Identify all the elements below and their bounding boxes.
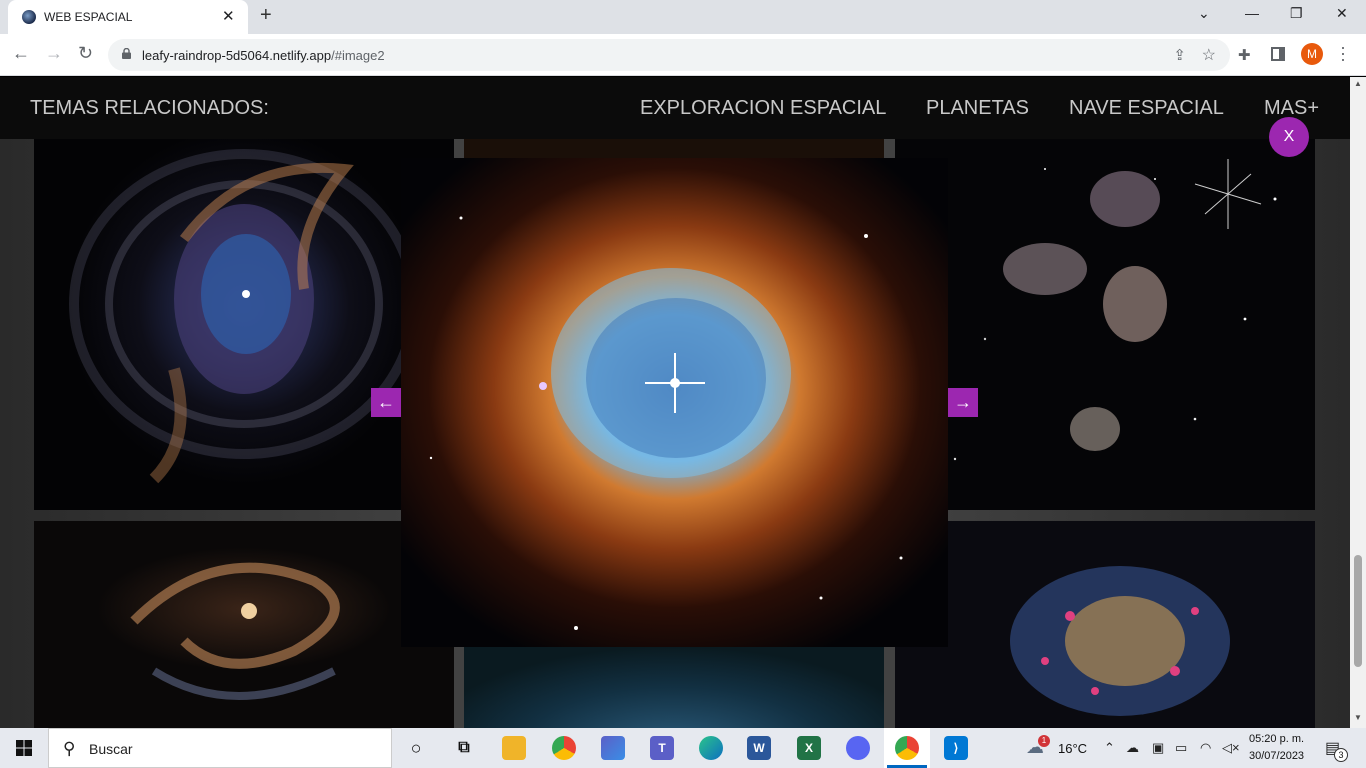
gallery-image-stephans-quintet[interactable] bbox=[895, 139, 1315, 510]
taskbar-search-box[interactable]: ⚲ Buscar bbox=[48, 728, 392, 768]
search-placeholder: Buscar bbox=[89, 741, 133, 757]
address-bar[interactable]: leafy-raindrop-5d5064.netlify.app/#image… bbox=[108, 39, 1230, 71]
page-scrollbar[interactable]: ▲ ▼ bbox=[1350, 77, 1366, 728]
stephans-quintet-art bbox=[933, 159, 1277, 461]
word-icon[interactable]: W bbox=[747, 736, 771, 760]
teams-icon[interactable]: T bbox=[650, 736, 674, 760]
reload-icon[interactable]: ↻ bbox=[78, 43, 93, 64]
close-lightbox-button[interactable]: X bbox=[1269, 117, 1309, 157]
scroll-down-arrow-icon[interactable]: ▼ bbox=[1354, 713, 1362, 722]
spiral-galaxy-art bbox=[130, 562, 340, 700]
extensions-puzzle-icon[interactable]: ✚ bbox=[1238, 46, 1251, 64]
prev-image-button[interactable]: ← bbox=[371, 388, 401, 417]
search-icon: ⚲ bbox=[63, 739, 76, 758]
back-arrow-icon[interactable]: ← bbox=[12, 43, 30, 64]
cats-eye-nebula-art bbox=[69, 149, 419, 484]
profile-avatar[interactable]: M bbox=[1301, 43, 1323, 65]
onedrive-icon[interactable]: ☁ bbox=[1126, 740, 1139, 756]
url-host: leafy-raindrop-5d5064.netlify.app bbox=[142, 48, 332, 63]
scrollbar-thumb[interactable] bbox=[1354, 555, 1362, 667]
site-navbar: TEMAS RELACIONADOS: EXPLORACION ESPACIAL… bbox=[0, 77, 1350, 139]
southern-ring-nebula-art bbox=[401, 158, 948, 647]
url-text[interactable]: leafy-raindrop-5d5064.netlify.app/#image… bbox=[142, 48, 385, 63]
chrome-icon[interactable] bbox=[552, 736, 576, 760]
restore-icon[interactable]: ❐ bbox=[1290, 5, 1303, 22]
edge-icon[interactable] bbox=[699, 736, 723, 760]
scroll-up-arrow-icon[interactable]: ▲ bbox=[1354, 79, 1362, 88]
forward-arrow-icon[interactable]: → bbox=[45, 43, 63, 64]
task-view-icon[interactable]: ⧉ bbox=[452, 736, 476, 760]
lightbox-image-southern-ring-nebula bbox=[401, 158, 948, 647]
minimize-icon[interactable]: — bbox=[1245, 5, 1259, 21]
discord-icon[interactable] bbox=[846, 736, 870, 760]
globe-favicon-icon bbox=[22, 10, 36, 24]
weather-badge: 1 bbox=[1038, 735, 1050, 747]
copilot-icon[interactable] bbox=[601, 736, 625, 760]
windows-taskbar: ⚲ Buscar ○ ⧉ T W X ⟩ ☁ 1 16°C ⌃ ☁ ▣ ▭ ◠ … bbox=[0, 728, 1366, 768]
battery-icon[interactable]: ▭ bbox=[1175, 740, 1187, 756]
excel-icon[interactable]: X bbox=[797, 736, 821, 760]
browser-toolbar: ← → ↻ leafy-raindrop-5d5064.netlify.app/… bbox=[0, 34, 1366, 76]
lock-icon[interactable] bbox=[122, 48, 131, 59]
volume-muted-icon[interactable]: ◁× bbox=[1222, 740, 1240, 756]
browser-menu-icon[interactable]: · · · bbox=[1340, 38, 1346, 68]
tray-chevron-up-icon[interactable]: ⌃ bbox=[1104, 740, 1115, 756]
url-path: /#image2 bbox=[331, 48, 385, 63]
clock-date[interactable]: 30/07/2023 bbox=[1249, 750, 1304, 762]
close-tab-icon[interactable]: ✕ bbox=[222, 7, 235, 25]
windows-start-icon[interactable] bbox=[16, 740, 32, 756]
tab-bar: WEB ESPACIAL ✕ + ⌄ — ❐ ✕ bbox=[0, 0, 1366, 34]
cortana-icon[interactable]: ○ bbox=[404, 736, 428, 760]
nav-title: TEMAS RELACIONADOS: bbox=[30, 97, 269, 119]
tab-search-chevron-icon[interactable]: ⌄ bbox=[1198, 5, 1210, 22]
gallery-image-antennae-galaxies[interactable] bbox=[895, 521, 1315, 728]
tab-title: WEB ESPACIAL bbox=[44, 10, 133, 24]
nav-link-nave-espacial[interactable]: NAVE ESPACIAL bbox=[1069, 97, 1224, 120]
gallery-image-spiral-galaxy[interactable] bbox=[34, 521, 454, 728]
nav-link-exploracion-espacial[interactable]: EXPLORACION ESPACIAL bbox=[640, 97, 886, 120]
gallery-image-bottom-center[interactable] bbox=[464, 647, 884, 728]
antennae-galaxies-art bbox=[1010, 566, 1230, 716]
gallery-image-cats-eye-nebula[interactable] bbox=[34, 139, 454, 510]
close-window-icon[interactable]: ✕ bbox=[1336, 5, 1348, 22]
chrome-active-icon[interactable] bbox=[895, 736, 919, 760]
browser-tab[interactable]: WEB ESPACIAL ✕ bbox=[8, 0, 248, 34]
gallery-image-top-center[interactable] bbox=[464, 139, 884, 159]
file-explorer-icon[interactable] bbox=[502, 736, 526, 760]
page-viewport: TEMAS RELACIONADOS: EXPLORACION ESPACIAL… bbox=[0, 77, 1350, 728]
clock-time[interactable]: 05:20 p. m. bbox=[1249, 733, 1304, 745]
meet-now-icon[interactable]: ▣ bbox=[1152, 740, 1164, 756]
side-panel-icon[interactable] bbox=[1271, 47, 1285, 61]
nav-link-planetas[interactable]: PLANETAS bbox=[926, 97, 1029, 120]
weather-temperature[interactable]: 16°C bbox=[1058, 741, 1087, 756]
bookmark-star-icon[interactable]: ☆ bbox=[1202, 45, 1216, 65]
next-image-button[interactable]: → bbox=[948, 388, 978, 417]
new-tab-icon[interactable]: + bbox=[260, 4, 272, 27]
vscode-icon[interactable]: ⟩ bbox=[944, 736, 968, 760]
wifi-icon[interactable]: ◠ bbox=[1200, 740, 1211, 756]
share-icon[interactable]: ⇪ bbox=[1173, 46, 1186, 64]
notification-count-badge: 3 bbox=[1334, 748, 1348, 762]
